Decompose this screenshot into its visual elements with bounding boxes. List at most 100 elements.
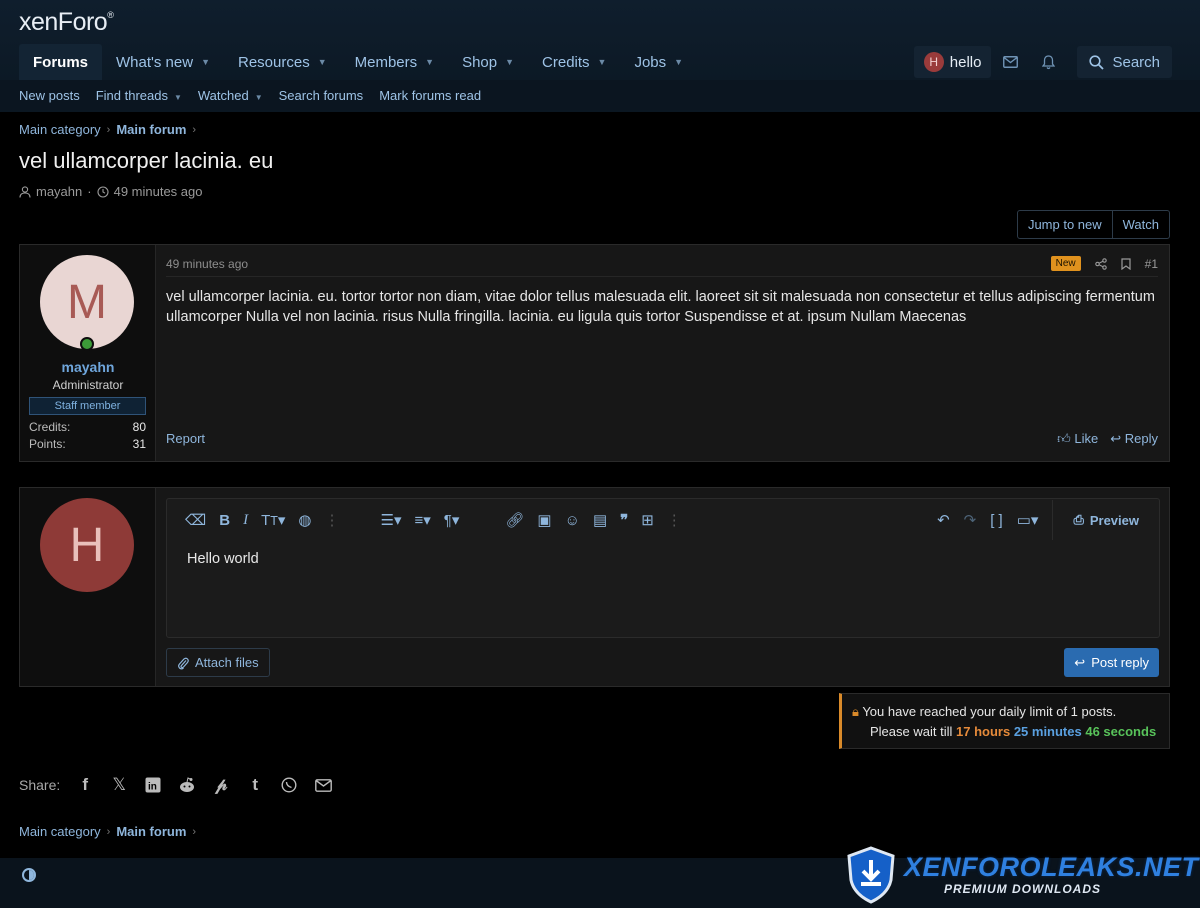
subnav-mark-read[interactable]: Mark forums read xyxy=(379,88,481,103)
jump-to-new-button[interactable]: Jump to new xyxy=(1018,211,1112,238)
quick-reply: H ⌫ B I TT▾ ◍ ⋮ ☰▾ ≡▾ ¶▾ 🔗︎ ▣ ☺ ▤ ❞ ⊞ ⋮ … xyxy=(19,487,1170,687)
list-icon[interactable]: ☰▾ xyxy=(381,511,402,529)
reply-button[interactable]: ↩ Reply xyxy=(1110,431,1158,447)
thread-time[interactable]: 49 minutes ago xyxy=(114,184,203,199)
watch-button[interactable]: Watch xyxy=(1111,211,1169,238)
thread-author[interactable]: mayahn xyxy=(36,184,82,199)
search-icon xyxy=(1089,54,1105,70)
chevron-down-icon[interactable]: ▼ xyxy=(505,57,514,67)
post-footer: Report 👍︎ Like ↩ Reply xyxy=(166,431,1158,447)
nav-members[interactable]: Members ▼ xyxy=(341,44,448,80)
chevron-down-icon[interactable]: ▼ xyxy=(674,57,683,67)
user-nav: H hello Search xyxy=(913,46,1172,78)
link-icon[interactable]: 🔗︎ xyxy=(505,511,524,529)
more-vertical-icon[interactable]: ⋮ xyxy=(325,511,340,529)
bookmark-icon[interactable] xyxy=(1121,257,1131,270)
breadcrumb-current[interactable]: Main forum xyxy=(116,824,186,839)
pinterest-icon[interactable]: 𝓅 xyxy=(212,775,230,794)
breadcrumb-parent[interactable]: Main category xyxy=(19,824,101,839)
nav-whats-new[interactable]: What's new ▼ xyxy=(102,44,224,80)
watermark-logo: XENFOROLEAKS.NET PREMIUM DOWNLOADS xyxy=(840,844,1198,908)
undo-icon[interactable]: ↶ xyxy=(937,511,950,529)
user-stat-points: Points: 31 xyxy=(29,437,146,451)
like-button[interactable]: 👍︎ Like xyxy=(1057,431,1098,447)
site-logo[interactable]: xenForo® xyxy=(19,8,114,37)
avatar: H xyxy=(40,498,134,592)
linkedin-icon[interactable]: in xyxy=(144,776,162,794)
reddit-icon[interactable] xyxy=(178,776,196,794)
preview-icon: ⎙ xyxy=(1073,512,1084,527)
theme-toggle-icon[interactable] xyxy=(22,868,36,882)
post-reply-button[interactable]: ↩ Post reply xyxy=(1064,648,1159,677)
nav-shop[interactable]: Shop ▼ xyxy=(448,44,528,80)
clock-icon xyxy=(97,185,109,198)
lock-icon: 🔒︎ xyxy=(852,704,859,719)
avatar[interactable]: M xyxy=(40,255,134,349)
sub-nav: New posts Find threads ▼ Watched ▼ Search … xyxy=(0,80,1200,110)
eraser-icon[interactable]: ⌫ xyxy=(185,511,206,529)
preview-button[interactable]: ⎙ Preview xyxy=(1052,500,1159,540)
fullscreen-icon[interactable]: [ ] xyxy=(990,512,1003,529)
online-status-icon xyxy=(80,337,94,351)
chevron-right-icon: › xyxy=(106,123,111,136)
drafts-icon[interactable]: ▭▾ xyxy=(1017,511,1039,529)
breadcrumb-parent[interactable]: Main category xyxy=(19,122,101,137)
report-link[interactable]: Report xyxy=(166,431,205,447)
facebook-icon[interactable]: f xyxy=(76,775,94,794)
editor-toolbar-right: ↶ ↷ [ ] ▭▾ ⎙ Preview xyxy=(937,499,1159,541)
breadcrumb-bottom: Main category › Main forum › xyxy=(19,824,196,839)
page-title: vel ullamcorper lacinia. eu xyxy=(19,148,274,173)
post-number[interactable]: #1 xyxy=(1145,257,1158,271)
editor-content[interactable]: Hello world xyxy=(187,551,259,567)
subnav-watched[interactable]: Watched ▼ xyxy=(198,88,263,103)
chevron-down-icon[interactable]: ▼ xyxy=(318,57,327,67)
attach-files-button[interactable]: Attach files xyxy=(166,648,270,677)
quote-icon[interactable]: ❞ xyxy=(620,511,628,529)
palette-icon[interactable]: ◍ xyxy=(298,511,311,529)
breadcrumb: Main category › Main forum › xyxy=(19,122,196,137)
nav-resources[interactable]: Resources ▼ xyxy=(224,44,341,80)
chevron-down-icon[interactable]: ▼ xyxy=(201,57,210,67)
chevron-down-icon[interactable]: ▼ xyxy=(425,57,434,67)
chevron-down-icon: ▼ xyxy=(173,92,182,102)
bold-icon[interactable]: B xyxy=(219,512,230,529)
smiley-icon[interactable]: ☺ xyxy=(565,512,580,529)
subnav-find-threads[interactable]: Find threads ▼ xyxy=(96,88,182,103)
italic-icon[interactable]: I xyxy=(243,512,248,529)
post-username[interactable]: mayahn xyxy=(20,359,156,375)
nav-forums[interactable]: Forums xyxy=(19,44,103,80)
redo-icon[interactable]: ↷ xyxy=(964,511,977,529)
subnav-search-forums[interactable]: Search forums xyxy=(279,88,364,103)
media-icon[interactable]: ▤ xyxy=(593,511,607,529)
more-vertical-icon[interactable]: ⋮ xyxy=(667,511,682,529)
paragraph-icon[interactable]: ¶▾ xyxy=(444,511,460,529)
share-icon[interactable] xyxy=(1094,257,1107,270)
post-main: 49 minutes ago New #1 vel ullamcorper la… xyxy=(166,245,1168,461)
bell-icon[interactable] xyxy=(1029,46,1067,78)
whatsapp-icon[interactable] xyxy=(280,776,298,794)
text-size-icon[interactable]: TT▾ xyxy=(261,511,285,529)
post-body: vel ullamcorper lacinia. eu. tortor tort… xyxy=(166,289,1155,325)
chevron-down-icon: ▼ xyxy=(254,92,263,102)
chevron-down-icon[interactable]: ▼ xyxy=(598,57,607,67)
nav-jobs[interactable]: Jobs ▼ xyxy=(620,44,697,80)
post-time[interactable]: 49 minutes ago xyxy=(166,257,248,271)
reply-user-cell: H xyxy=(20,488,156,686)
search-button[interactable]: Search xyxy=(1077,46,1172,78)
account-menu[interactable]: H hello xyxy=(913,46,992,78)
post-user-cell: M mayahn Administrator Staff member Cred… xyxy=(20,245,156,461)
inbox-icon[interactable] xyxy=(991,46,1029,78)
breadcrumb-current[interactable]: Main forum xyxy=(116,122,186,137)
image-icon[interactable]: ▣ xyxy=(537,511,551,529)
thread-meta: mayahn · 49 minutes ago xyxy=(19,184,203,199)
tumblr-icon[interactable]: t xyxy=(246,775,264,794)
rich-text-editor[interactable]: ⌫ B I TT▾ ◍ ⋮ ☰▾ ≡▾ ¶▾ 🔗︎ ▣ ☺ ▤ ❞ ⊞ ⋮ ↶ … xyxy=(166,498,1160,638)
chevron-right-icon: › xyxy=(106,825,111,838)
align-icon[interactable]: ≡▾ xyxy=(414,511,430,529)
email-icon[interactable] xyxy=(314,776,332,794)
subnav-new-posts[interactable]: New posts xyxy=(19,88,80,103)
chevron-right-icon: › xyxy=(192,123,197,136)
nav-credits[interactable]: Credits ▼ xyxy=(528,44,620,80)
table-icon[interactable]: ⊞ xyxy=(641,511,654,529)
x-icon[interactable]: 𝕏 xyxy=(110,775,128,794)
